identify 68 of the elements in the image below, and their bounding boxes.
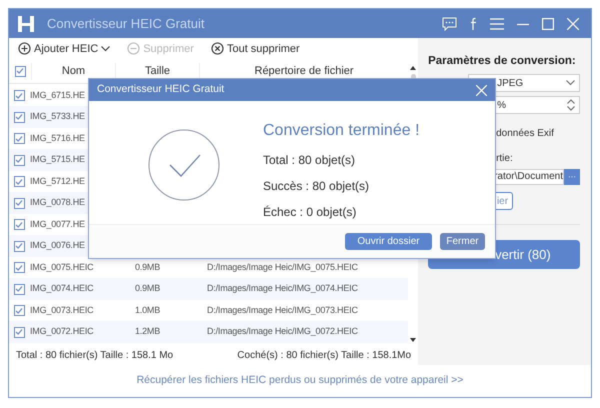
- exif-label: données Exif: [496, 127, 555, 142]
- close-icon[interactable]: [567, 18, 579, 30]
- spinner-icon: [567, 99, 575, 112]
- facebook-icon[interactable]: [470, 16, 477, 30]
- file-row[interactable]: IMG_0074.HEIC 0.9MB D:/Images/Image Heic/IMG_0074.HEIC: [9, 278, 408, 300]
- scroll-down-icon[interactable]: [410, 338, 416, 342]
- settings-title: Paramètres de conversion:: [428, 54, 577, 69]
- dialog-title: Convertisseur HEIC Gratuit: [97, 82, 224, 98]
- table-cell-text: IMG_5716.HE: [29, 132, 86, 145]
- browse-button[interactable]: ···: [564, 169, 580, 186]
- table-cell-text: IMG_5712.HE: [29, 174, 86, 188]
- toolbar-button[interactable]: Tout supprimer: [210, 40, 300, 58]
- checked-status: Coché(s) : 80 fichier(s) Taille : 158.1Mo: [237, 348, 412, 363]
- close-icon[interactable]: [476, 84, 487, 96]
- table-cell-text: 0.9MB: [134, 282, 162, 296]
- result-text: Échec : 0 objet(s): [263, 204, 358, 221]
- checkbox[interactable]: [14, 240, 24, 252]
- window-title: Convertisseur HEIC Gratuit: [47, 14, 204, 33]
- result-text: Succès : 80 objet(s): [263, 178, 370, 195]
- table-cell-text: 0.9MB: [134, 260, 162, 274]
- checkbox[interactable]: [14, 90, 24, 102]
- table-cell-text: 1.2MB: [134, 325, 162, 338]
- checkbox[interactable]: [14, 154, 24, 166]
- table-cell-text: IMG_6715.HE: [29, 88, 86, 102]
- table-cell-text: IMG_0077.HE: [29, 218, 86, 231]
- menu-icon[interactable]: [490, 18, 504, 30]
- result-text: Total : 80 objet(s): [263, 152, 356, 169]
- table-cell-text: D:/Images/Image Heic/IMG_0075.HEIC: [206, 260, 359, 274]
- table-cell-text: 1.0MB: [134, 304, 162, 317]
- checkbox[interactable]: [14, 326, 24, 338]
- table-cell-text: IMG_0074.HEIC: [29, 282, 94, 296]
- toolbar-button[interactable]: Ajouter HEIC: [18, 40, 110, 58]
- file-row[interactable]: IMG_0072.HEIC 1.2MB D:/Images/Image Heic/IMG_0072.HEIC: [9, 321, 408, 343]
- plus-circle-icon: [18, 42, 31, 56]
- table-cell-text: D:/Images/Image Heic/IMG_0073.HEIC: [206, 304, 359, 317]
- checkbox[interactable]: [14, 66, 26, 77]
- minus-circle-icon: [127, 42, 140, 56]
- checkbox[interactable]: [14, 219, 24, 230]
- table-cell-text: IMG_0072.HEIC: [29, 325, 94, 338]
- table-cell-text: IMG_0075.HEIC: [29, 260, 94, 274]
- x-circle-icon: [210, 42, 224, 56]
- caret-icon: [101, 46, 110, 52]
- table-cell-text: IMG_0073.HEIC: [29, 304, 94, 317]
- checkbox[interactable]: [14, 176, 24, 188]
- checkbox[interactable]: [14, 305, 24, 316]
- recover-link[interactable]: Récupérer les fichiers HEIC perdus ou supprimés de votre appareil >>: [136, 373, 464, 389]
- checkbox[interactable]: [14, 133, 24, 144]
- scroll-up-icon[interactable]: [410, 66, 416, 70]
- dialog-button[interactable]: Fermer: [440, 233, 485, 250]
- app-logo-icon: [17, 14, 35, 34]
- table-cell-text: IMG_5733.HE: [29, 110, 86, 124]
- chat-icon[interactable]: [442, 16, 457, 30]
- checkbox[interactable]: [14, 198, 24, 209]
- table-cell-text: D:/Images/Image Heic/IMG_0074.HEIC: [206, 282, 359, 296]
- table-cell-text: D:/Images/Image Heic/IMG_0072.HEIC: [206, 325, 359, 338]
- caret-icon: [566, 80, 575, 86]
- table-cell-text: IMG_0078.HE: [29, 196, 86, 210]
- checkbox[interactable]: [14, 112, 24, 123]
- dialog-heading: Conversion terminée !: [263, 121, 420, 141]
- checkmark-circle-icon: [148, 129, 220, 201]
- total-status: Total : 80 fichier(s) Taille : 158.1 Mo: [16, 348, 174, 363]
- output-label: rtie:: [496, 152, 514, 166]
- table-cell-text: IMG_5715.HE: [29, 153, 86, 166]
- checkbox[interactable]: [14, 262, 24, 274]
- maximize-icon[interactable]: [542, 18, 554, 30]
- table-cell-text: IMG_0076.HE: [29, 239, 86, 252]
- checkbox[interactable]: [14, 284, 24, 295]
- dialog-button[interactable]: Ouvrir dossier: [345, 233, 432, 250]
